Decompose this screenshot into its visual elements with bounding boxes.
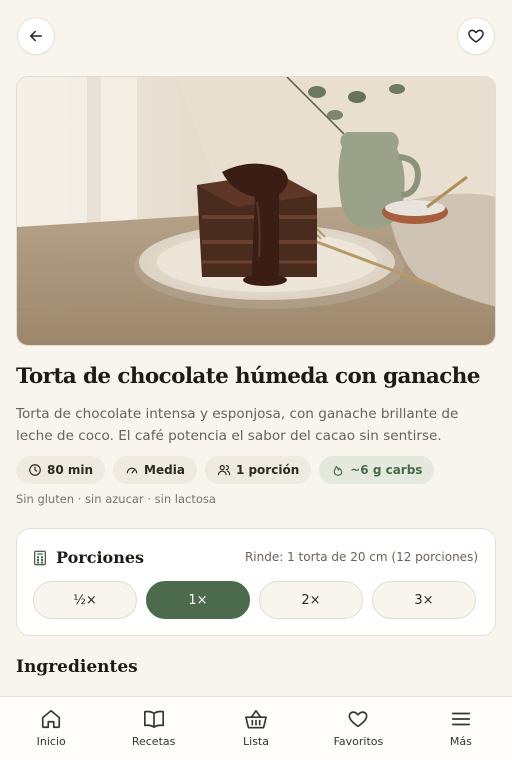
calculator-icon — [34, 550, 46, 565]
portion-half-button[interactable]: ½× — [33, 581, 137, 619]
tab-favoritos[interactable]: Favoritos — [307, 697, 409, 760]
recipe-meta-chips: 80 min Media 1 porción ~6 g carbs — [16, 456, 435, 484]
servings-chip: 1 porción — [204, 456, 312, 484]
tab-lista[interactable]: Lista — [205, 697, 307, 760]
difficulty-chip-label: Media — [144, 463, 185, 477]
portion-multiplier-group: ½× 1× 2× 3× — [33, 581, 476, 619]
heart-icon — [349, 711, 368, 728]
tab-mas-label: Más — [449, 735, 472, 748]
tab-recetas-label: Recetas — [131, 735, 176, 748]
arrow-left-icon — [30, 30, 42, 42]
yield-text: Rinde: 1 torta de 20 cm (12 porciones) — [244, 550, 478, 564]
heart-icon — [468, 29, 484, 43]
carbs-chip: ~6 g carbs — [319, 456, 435, 484]
portion-1x-button[interactable]: 1× — [146, 581, 250, 619]
bottom-tab-bar: Inicio Recetas Lista Favoritos Más — [0, 696, 512, 760]
gauge-icon — [126, 467, 138, 474]
time-chip-label: 80 min — [47, 463, 94, 477]
tab-favoritos-label: Favoritos — [333, 735, 384, 748]
servings-chip-label: 1 porción — [235, 463, 300, 477]
people-icon — [217, 465, 231, 476]
portions-header: Porciones — [33, 548, 144, 567]
favorite-button[interactable] — [457, 17, 495, 55]
tab-lista-label: Lista — [243, 735, 269, 748]
back-button[interactable] — [17, 17, 55, 55]
portions-title: Porciones — [56, 548, 145, 567]
portions-card: Porciones Rinde: 1 torta de 20 cm (12 po… — [16, 528, 496, 636]
flame-icon — [333, 465, 343, 476]
time-chip: 80 min — [16, 456, 106, 484]
dietary-notes: Sin gluten · sin azucar · sin lactosa — [16, 492, 216, 506]
tab-mas[interactable]: Más — [410, 697, 512, 760]
recipe-title: Torta de chocolate húmeda con ganache — [16, 364, 480, 389]
menu-icon — [451, 712, 470, 726]
home-icon — [42, 709, 61, 729]
recipe-hero-image — [16, 76, 496, 346]
basket-icon — [245, 709, 267, 729]
book-icon — [143, 710, 164, 729]
tab-inicio-label: Inicio — [36, 735, 66, 748]
carbs-chip-label: ~6 g carbs — [350, 463, 423, 477]
recipe-description: Torta de chocolate intensa y esponjosa, … — [16, 406, 459, 444]
ingredients-heading: Ingredientes — [16, 657, 138, 677]
difficulty-chip: Media — [113, 456, 197, 484]
tab-inicio[interactable]: Inicio — [0, 697, 102, 760]
portion-3x-button[interactable]: 3× — [372, 581, 476, 619]
clock-icon — [29, 464, 41, 476]
portion-2x-button[interactable]: 2× — [259, 581, 363, 619]
tab-recetas[interactable]: Recetas — [102, 697, 204, 760]
